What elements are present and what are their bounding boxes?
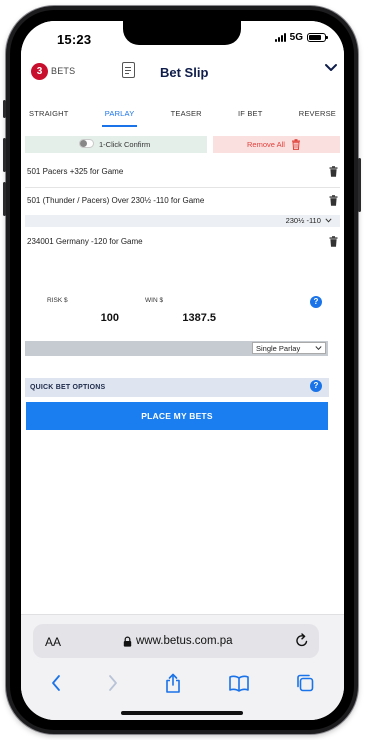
tab-teaser[interactable]: TEASER [171, 101, 202, 129]
controls-row: 1-Click Confirm Remove All [25, 136, 340, 153]
odds-select-value: 230½ -110 [285, 216, 321, 225]
quick-bet-options[interactable]: QUICK BET OPTIONS ? [25, 378, 329, 397]
bet-item: 501 Pacers +325 for Game [25, 161, 340, 183]
stake-area: RISK $ WIN $ 1387.5 ? [25, 295, 340, 343]
chevron-down-icon[interactable] [324, 63, 338, 73]
bet-slip-icon [122, 62, 135, 78]
trash-icon[interactable] [329, 236, 338, 247]
tab-parlay[interactable]: PARLAY [101, 101, 138, 129]
help-icon[interactable]: ? [310, 296, 322, 308]
quick-bet-label: QUICK BET OPTIONS [30, 384, 106, 391]
silent-switch [3, 100, 6, 118]
signal-icon [274, 33, 286, 42]
bet-item: 501 (Thunder / Pacers) Over 230½ -110 fo… [25, 190, 340, 212]
aa-label: AA [45, 635, 62, 649]
divider [25, 187, 340, 188]
browser-toolbar: AA www.betus.com.pa [21, 614, 344, 720]
trash-icon[interactable] [329, 195, 338, 206]
url-text: www.betus.com.pa [136, 635, 233, 647]
bet-item: 234001 Germany -120 for Game [25, 231, 340, 253]
reader-aa-button[interactable]: AA [45, 635, 61, 649]
chevron-down-icon [325, 218, 332, 223]
chevron-down-icon [315, 346, 322, 350]
parlay-type-row: Single Parlay [25, 341, 328, 356]
bookmarks-icon[interactable] [228, 674, 250, 692]
trash-icon[interactable] [329, 166, 338, 177]
bet-slip-header: 3 BETS Bet Slip [21, 57, 344, 101]
help-icon[interactable]: ? [310, 380, 322, 392]
home-indicator [121, 711, 243, 715]
bets-label: BETS [51, 66, 76, 76]
battery-icon [307, 33, 328, 42]
network-label: 5G [289, 32, 303, 43]
volume-down-button [3, 182, 6, 216]
risk-input[interactable] [31, 309, 123, 327]
forward-icon[interactable] [107, 674, 119, 692]
address-bar[interactable]: AA www.betus.com.pa [33, 624, 319, 658]
one-click-confirm: 1-Click Confirm [25, 136, 207, 153]
status-bar: 15:23 5G [21, 21, 344, 57]
win-label: WIN $ [145, 297, 164, 304]
one-click-label: 1-Click Confirm [99, 140, 151, 149]
tabs-icon[interactable] [295, 673, 315, 693]
odds-row: 230½ -110 [25, 215, 340, 227]
odds-select[interactable]: 230½ -110 [286, 216, 332, 225]
bet-item-text: 501 Pacers +325 for Game [27, 167, 124, 176]
status-time: 15:23 [57, 32, 92, 47]
bet-slip-panel: 3 BETS Bet Slip STRAIGHT PARLAY TEASER I… [21, 57, 344, 614]
tab-reverse[interactable]: REVERSE [299, 101, 336, 129]
share-icon[interactable] [164, 672, 182, 694]
bet-slip-title: Bet Slip [160, 65, 209, 80]
place-bets-button[interactable]: PLACE MY BETS [26, 402, 328, 430]
trash-icon [292, 139, 300, 150]
reload-icon[interactable] [295, 633, 309, 648]
screen: 15:23 5G 3 BETS Bet Slip STRAIGHT PARLAY… [21, 21, 344, 720]
bets-count-badge: 3 [31, 63, 48, 80]
win-amount[interactable]: 1387.5 [130, 309, 220, 327]
parlay-type-value: Single Parlay [256, 344, 301, 353]
volume-up-button [3, 138, 6, 172]
power-button [358, 158, 361, 212]
bet-type-tabs: STRAIGHT PARLAY TEASER IF BET REVERSE [21, 101, 344, 129]
remove-all-button[interactable]: Remove All [213, 136, 340, 153]
back-icon[interactable] [50, 674, 62, 692]
parlay-type-select[interactable]: Single Parlay [252, 342, 326, 354]
notch [123, 21, 241, 45]
risk-label: RISK $ [47, 297, 68, 304]
tab-if-bet[interactable]: IF BET [238, 101, 263, 129]
status-icons: 5G [274, 32, 328, 43]
browser-nav [21, 670, 344, 696]
one-click-toggle[interactable] [79, 139, 94, 148]
lock-icon [123, 636, 132, 647]
tab-straight[interactable]: STRAIGHT [29, 101, 69, 129]
bet-item-text: 501 (Thunder / Pacers) Over 230½ -110 fo… [27, 196, 205, 205]
bet-item-text: 234001 Germany -120 for Game [27, 237, 143, 246]
remove-all-label: Remove All [247, 140, 285, 149]
